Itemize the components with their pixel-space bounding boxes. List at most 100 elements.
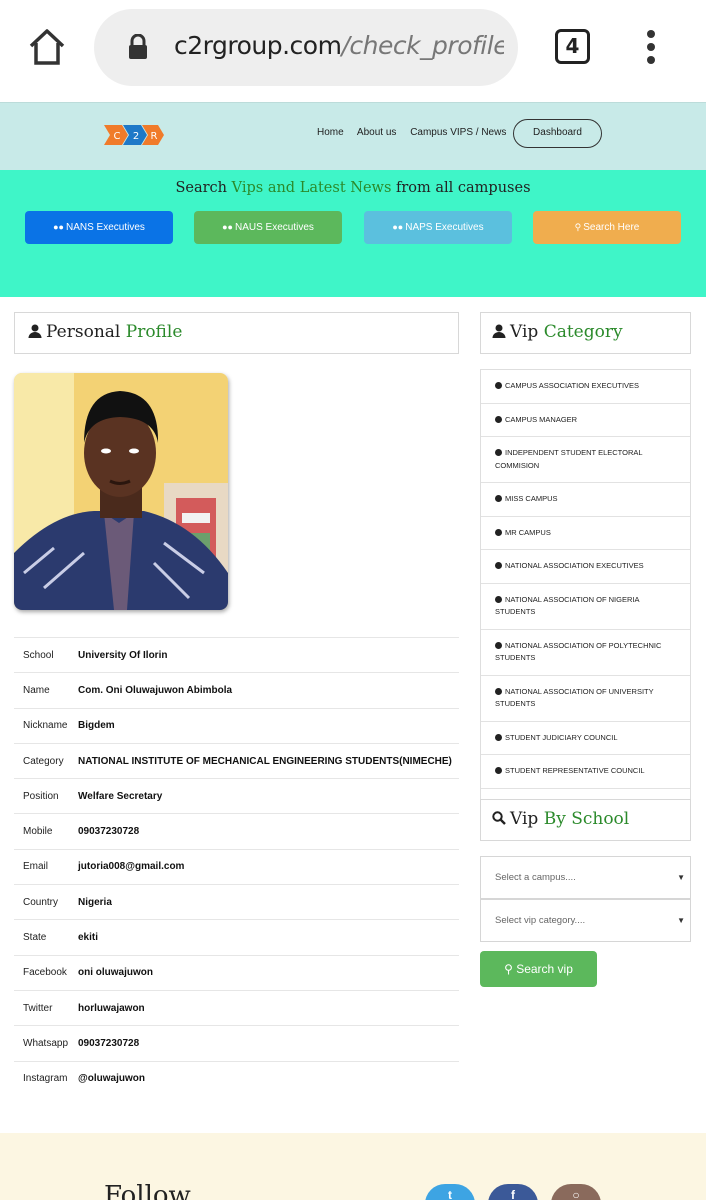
vip-category-label: MISS CAMPUS [505, 494, 558, 503]
vip-category-item[interactable]: CAMPUS MANAGER [481, 402, 690, 437]
tab-switcher-button[interactable]: 4 [555, 29, 590, 64]
profile-field-label: Position [23, 790, 59, 802]
overflow-menu-icon[interactable] [644, 30, 658, 66]
vip-category-label: CAMPUS MANAGER [505, 414, 578, 424]
profile-field-value: Nigeria [78, 896, 112, 908]
profile-row: Instagram @oluwajuwon [14, 1061, 459, 1096]
profile-field-label: Twitter [23, 1002, 53, 1014]
profile-field-value: horluwajawon [78, 1002, 145, 1014]
users-icon: ●● [392, 222, 404, 232]
check-circle-icon [495, 767, 502, 774]
profile-field-value: Bigdem [78, 720, 115, 732]
check-circle-icon [495, 528, 502, 536]
personal-profile-heading: Personal Profile [14, 312, 459, 354]
vip-category-item[interactable]: NATIONAL ASSOCIATION EXECUTIVES [481, 549, 690, 583]
profile-field-label: Email [23, 861, 49, 873]
profile-row: School University Of Ilorin [14, 637, 459, 673]
svg-text:C: C [114, 131, 121, 142]
users-icon: ●● [222, 222, 233, 232]
twitter-icon[interactable]: t [425, 1184, 475, 1200]
vip-category-label: MR CAMPUS [505, 527, 551, 537]
search-icon [492, 811, 506, 825]
profile-field-label: State [23, 932, 47, 944]
vip-category-item[interactable]: NATIONAL ASSOCIATION OF UNIVERSITY STUDE… [481, 674, 690, 721]
vip-category-label: NATIONAL ASSOCIATION EXECUTIVES [505, 561, 644, 570]
svg-text:2: 2 [133, 131, 139, 142]
profile-row: State ekiti [14, 919, 459, 955]
vip-category-label: NATIONAL ASSOCIATION OF UNIVERSITY STUDE… [495, 686, 654, 709]
check-circle-icon [495, 687, 502, 695]
check-circle-icon [495, 733, 502, 741]
check-circle-icon [495, 595, 502, 603]
nav-home[interactable]: Home [317, 127, 344, 138]
vip-category-label: INDEPENDENT STUDENT ELECTORAL COMMISION [495, 448, 643, 470]
profile-row: Position Welfare Secretary [14, 778, 459, 814]
search-icon: ⚲ [504, 962, 517, 976]
check-circle-icon [495, 415, 502, 423]
vip-category-item[interactable]: MISS CAMPUS [481, 482, 690, 516]
profile-row: Facebook oni oluwajuwon [14, 955, 459, 990]
hero-title: Search Vips and Latest News from all cam… [175, 180, 531, 196]
check-circle-icon [495, 495, 502, 502]
vip-category-select[interactable]: Select vip category.... ▼ [480, 899, 691, 942]
facebook-icon[interactable]: f [488, 1184, 538, 1200]
profile-field-value: oni oluwajuwon [78, 967, 153, 979]
profile-row: Category NATIONAL INSTITUTE OF MECHANICAL… [14, 743, 459, 778]
naps-executives-button[interactable]: ●● NAPS Executives [364, 211, 512, 244]
vip-category-label: NATIONAL ASSOCIATION OF POLYTECHNIC STUD… [495, 640, 662, 663]
nav-campus-vips[interactable]: Campus VIPS / News [410, 127, 506, 138]
profile-field-label: Name [23, 684, 50, 696]
vip-category-label: CAMPUS ASSOCIATION EXECUTIVES [505, 381, 640, 390]
profile-field-label: Nickname [23, 720, 68, 732]
dropdown-arrow-icon: ▼ [677, 873, 685, 882]
dashboard-button[interactable]: Dashboard [513, 119, 602, 148]
naus-executives-button[interactable]: ●● NAUS Executives [194, 211, 342, 244]
search-vip-button[interactable]: ⚲ Search vip [480, 951, 597, 987]
hero-banner: Search Vips and Latest News from all cam… [0, 170, 706, 297]
vip-category-item[interactable]: CAMPUS ASSOCIATION EXECUTIVES [481, 370, 690, 403]
nav-about[interactable]: About us [357, 127, 396, 138]
profile-field-label: Whatsapp [23, 1037, 69, 1049]
search-icon: ⚲ [574, 222, 582, 232]
address-bar[interactable]: c2rgroup.com/check_profile?ke [94, 9, 518, 86]
profile-field-value: 09037230728 [78, 1037, 140, 1049]
campus-select[interactable]: Select a campus.... ▼ [480, 856, 691, 899]
profile-photo [14, 373, 228, 610]
vip-category-item[interactable]: NATIONAL ASSOCIATION OF POLYTECHNIC STUD… [481, 628, 690, 675]
user-icon [28, 324, 42, 338]
vip-category-item[interactable]: INDEPENDENT STUDENT ELECTORAL COMMISION [481, 436, 690, 482]
user-icon [492, 324, 506, 338]
profile-field-label: Country [23, 896, 59, 908]
profile-row: Name Com. Oni Oluwajuwon Abimbola [14, 672, 459, 708]
profile-row: Twitter horluwajawon [14, 990, 459, 1025]
svg-text:R: R [151, 131, 158, 142]
profile-field-value: ekiti [78, 932, 99, 944]
check-circle-icon [495, 382, 502, 389]
vip-category-item[interactable]: NATIONAL ASSOCIATION OF NIGERIA STUDENTS [481, 582, 690, 629]
vip-category-label: STUDENT REPRESENTATIVE COUNCIL [505, 766, 645, 775]
nans-executives-button[interactable]: ●● NANS Executives [25, 211, 173, 244]
profile-field-label: Instagram [23, 1073, 68, 1085]
url-text: c2rgroup.com/check_profile?ke [174, 31, 504, 60]
profile-field-label: Facebook [23, 967, 67, 979]
profile-field-value: NATIONAL INSTITUTE OF MECHANICAL ENGINEE… [78, 755, 452, 767]
search-here-button[interactable]: ⚲ Search Here [533, 211, 681, 244]
profile-row: Whatsapp 09037230728 [14, 1025, 459, 1061]
vip-category-label: NATIONAL ASSOCIATION OF NIGERIA STUDENTS [495, 594, 640, 617]
users-icon: ●● [53, 222, 64, 232]
check-circle-icon [495, 562, 502, 569]
vip-category-item[interactable]: MR CAMPUS [481, 515, 690, 550]
instagram-icon[interactable]: ○ [551, 1184, 601, 1200]
profile-field-label: Mobile [23, 826, 53, 838]
home-icon[interactable] [26, 26, 68, 68]
c2r-logo[interactable]: C 2 R [104, 123, 164, 147]
vip-category-item[interactable]: STUDENT JUDICIARY COUNCIL [481, 720, 690, 755]
lock-icon [128, 33, 148, 60]
vip-category-item[interactable]: STUDENT REPRESENTATIVE COUNCIL [481, 754, 690, 788]
profile-row: Email jutoria008@gmail.com [14, 849, 459, 884]
follow-heading: Follow [104, 1181, 191, 1200]
dropdown-arrow-icon: ▼ [677, 916, 685, 925]
site-header: C 2 R Home About us Campus VIPS / News D… [0, 102, 706, 170]
profile-field-label: School [23, 649, 54, 661]
profile-field-value: Welfare Secretary [78, 790, 163, 802]
